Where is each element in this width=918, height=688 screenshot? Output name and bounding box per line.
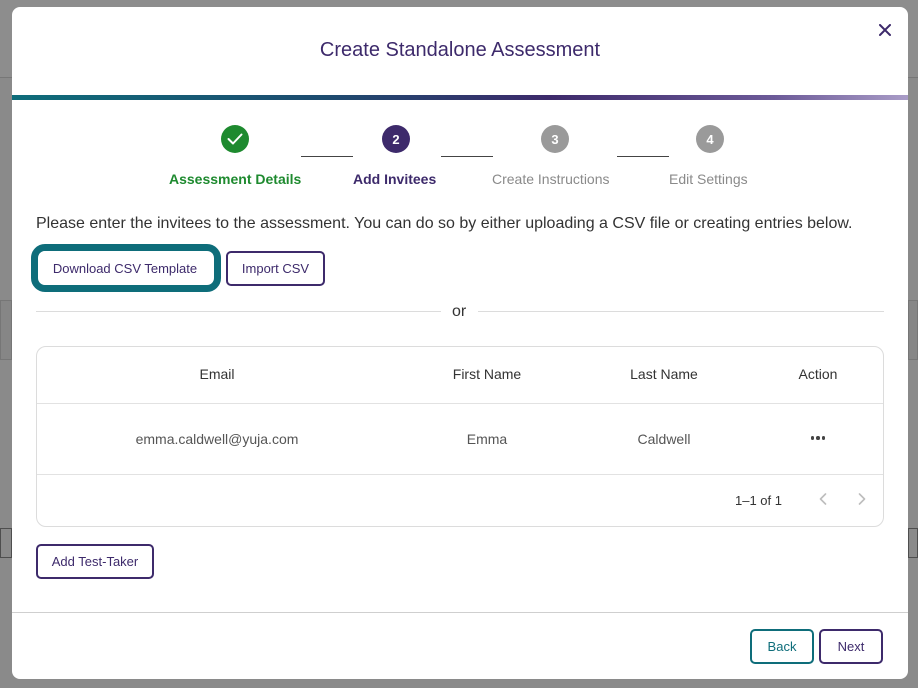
- background-card: [908, 300, 918, 360]
- more-horizontal-icon[interactable]: [809, 429, 827, 447]
- invitees-table: Email First Name Last Name Action emma.c…: [36, 346, 884, 527]
- check-icon: [227, 133, 243, 145]
- previous-page-button[interactable]: [813, 489, 833, 509]
- column-header-email: Email: [199, 366, 235, 382]
- header-separator: [37, 403, 883, 404]
- close-icon: [879, 24, 891, 36]
- next-button[interactable]: Next: [819, 629, 883, 664]
- import-csv-button[interactable]: Import CSV: [226, 251, 325, 286]
- chevron-right-icon: [858, 493, 866, 505]
- background-card: [0, 300, 12, 360]
- divider-line-left: [36, 311, 441, 312]
- column-header-last-name: Last Name: [630, 366, 698, 382]
- cell-email: emma.caldwell@yuja.com: [135, 431, 299, 447]
- download-csv-template-button[interactable]: Download CSV Template: [40, 251, 210, 285]
- footer-divider: [12, 612, 908, 613]
- step-connector: [301, 156, 353, 157]
- divider-line-right: [478, 311, 884, 312]
- step-connector: [441, 156, 493, 157]
- add-test-taker-button[interactable]: Add Test-Taker: [36, 544, 154, 579]
- cell-last-name: Caldwell: [637, 431, 691, 447]
- step-3-label[interactable]: Create Instructions: [492, 171, 610, 187]
- pagination-range: 1–1 of 1: [735, 493, 782, 508]
- step-4-label[interactable]: Edit Settings: [669, 171, 748, 187]
- step-2-indicator: 2: [382, 125, 410, 153]
- dialog-title: Create Standalone Assessment: [319, 39, 601, 61]
- background-button: [908, 528, 918, 558]
- step-1-indicator: [221, 125, 249, 153]
- step-2-label[interactable]: Add Invitees: [353, 171, 436, 187]
- step-3-indicator: 3: [541, 125, 569, 153]
- cell-first-name: Emma: [466, 431, 508, 447]
- header-gradient-bar: [12, 95, 908, 100]
- next-page-button[interactable]: [852, 489, 872, 509]
- or-divider-text: or: [452, 303, 467, 320]
- instructions-text: Please enter the invitees to the assessm…: [36, 215, 853, 232]
- back-button[interactable]: Back: [750, 629, 814, 664]
- column-header-action: Action: [798, 366, 838, 382]
- step-connector: [617, 156, 669, 157]
- create-assessment-dialog: Create Standalone Assessment 2 3 4 Asses…: [12, 7, 908, 679]
- step-1-label[interactable]: Assessment Details: [169, 171, 301, 187]
- column-header-first-name: First Name: [452, 366, 522, 382]
- row-separator: [37, 474, 883, 475]
- close-button[interactable]: [876, 21, 894, 39]
- background-button: [0, 528, 12, 558]
- step-4-indicator: 4: [696, 125, 724, 153]
- chevron-left-icon: [819, 493, 827, 505]
